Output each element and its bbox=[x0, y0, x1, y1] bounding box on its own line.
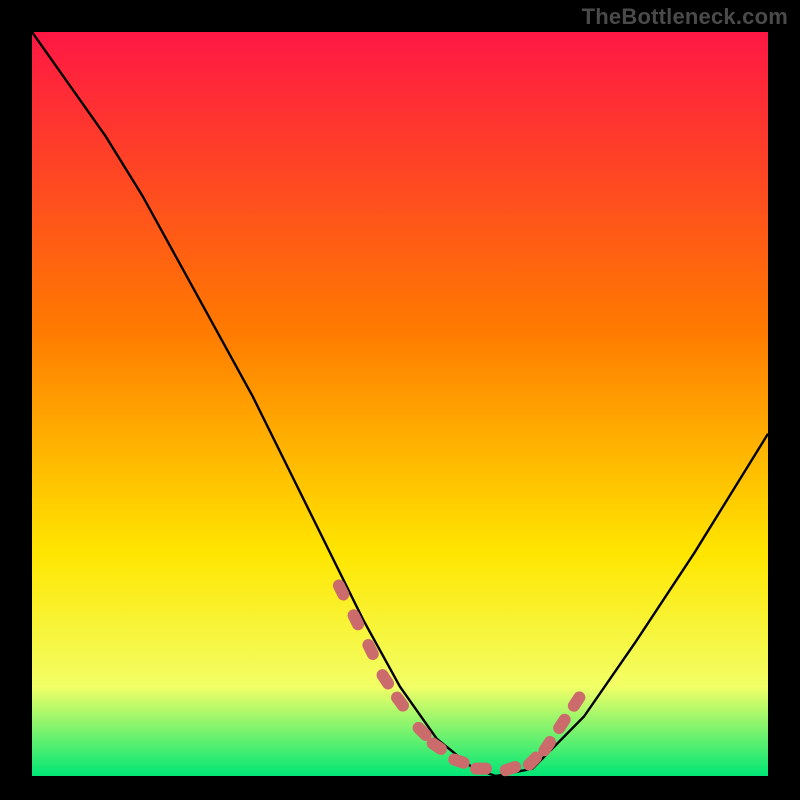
plot-background bbox=[32, 32, 768, 776]
chart-stage: TheBottleneck.com bbox=[0, 0, 800, 800]
chart-svg bbox=[0, 0, 800, 800]
highlight-dot bbox=[470, 763, 492, 775]
